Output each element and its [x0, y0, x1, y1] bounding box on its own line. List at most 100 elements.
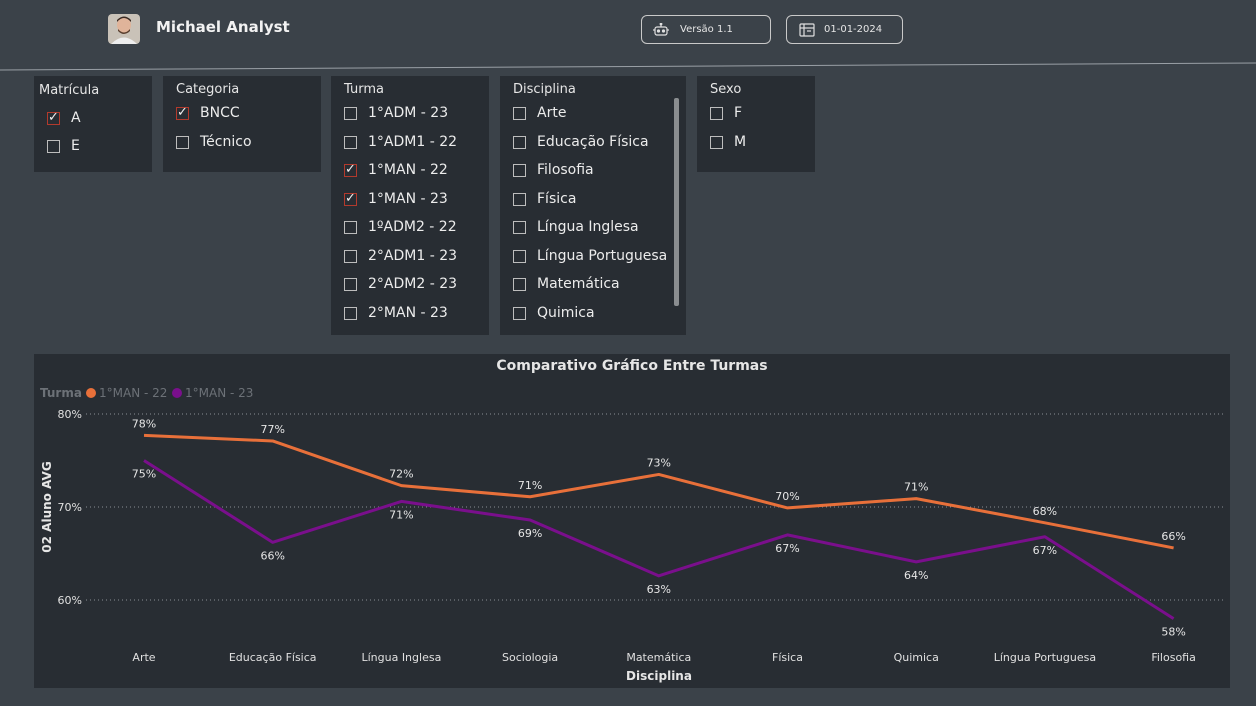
checkbox[interactable]	[344, 135, 357, 149]
chart-title: Comparativo Gráfico Entre Turmas	[496, 358, 767, 374]
series-line	[143, 433, 1174, 550]
option-label: Física	[537, 191, 577, 207]
option-label: F	[734, 105, 743, 121]
option-disciplina-7[interactable]: Matemática	[513, 274, 620, 294]
checkmark-icon: ✓	[345, 191, 356, 206]
slicer-title: Categoria	[176, 82, 240, 97]
option-label: A	[71, 110, 81, 126]
slicer-disciplina: Disciplina Arte Educação Física Filosofi…	[500, 76, 686, 335]
date-button[interactable]: 01-01-2024	[786, 15, 903, 44]
option-turma-1[interactable]: 1°ADM - 23	[344, 103, 448, 123]
avatar	[108, 14, 140, 44]
checkbox[interactable]	[513, 106, 526, 120]
checkbox[interactable]	[344, 277, 357, 291]
option-label: 2°MAN - 23	[368, 305, 448, 321]
checkbox[interactable]	[513, 306, 526, 320]
option-label: 2°ADM1 - 23	[368, 248, 458, 264]
option-label: 2°ADM2 - 23	[368, 276, 458, 292]
x-tick-label: Língua Inglesa	[361, 651, 441, 664]
checkbox[interactable]: ✓	[176, 105, 189, 120]
data-label: 63%	[647, 583, 671, 596]
calendar-icon	[799, 22, 815, 37]
option-turma-5[interactable]: 1ºADM2 - 22	[344, 217, 457, 237]
checkbox[interactable]	[513, 220, 526, 234]
y-tick-label: 80%	[58, 408, 82, 421]
option-label: Educação Física	[537, 134, 649, 150]
checkbox[interactable]	[513, 163, 526, 177]
checkbox[interactable]: ✓	[47, 110, 60, 125]
data-label: 73%	[647, 456, 671, 469]
checkbox[interactable]	[47, 139, 60, 153]
checkbox[interactable]	[344, 106, 357, 120]
checkbox[interactable]	[710, 106, 723, 120]
data-label: 69%	[518, 527, 542, 540]
option-turma-8[interactable]: 2°MAN - 23	[344, 303, 448, 323]
option-label: 1ºADM2 - 22	[368, 219, 457, 235]
checkbox[interactable]	[513, 192, 526, 206]
option-label: M	[734, 134, 747, 150]
slicer-categoria: Categoria ✓ BNCC Técnico	[163, 76, 321, 172]
checkbox[interactable]	[513, 135, 526, 149]
data-label: 72%	[389, 468, 413, 481]
option-disciplina-4[interactable]: Física	[513, 189, 576, 209]
version-label: Versão 1.1	[680, 24, 733, 35]
option-label: 1°ADM1 - 22	[368, 134, 458, 150]
checkbox[interactable]	[176, 135, 189, 149]
option-turma-6[interactable]: 2°ADM1 - 23	[344, 246, 457, 266]
version-button[interactable]: Versão 1.1	[641, 15, 771, 44]
option-turma-3[interactable]: ✓ 1°MAN - 22	[344, 160, 448, 180]
checkbox[interactable]	[344, 306, 357, 320]
option-disciplina-5[interactable]: Língua Inglesa	[513, 217, 639, 237]
option-turma-4[interactable]: ✓ 1°MAN - 23	[344, 189, 448, 209]
y-tick-label: 70%	[58, 501, 82, 514]
header-divider	[0, 62, 1256, 71]
slicer-sexo: Sexo F M	[697, 76, 815, 172]
checkbox[interactable]	[344, 220, 357, 234]
legend-title: Turma	[40, 386, 82, 400]
checkbox[interactable]: ✓	[344, 163, 357, 177]
option-turma-7[interactable]: 2°ADM2 - 23	[344, 274, 457, 294]
option-label: 1°ADM - 23	[368, 105, 449, 121]
x-tick-label: Matemática	[626, 651, 691, 664]
legend-item: 1°MAN - 22	[99, 386, 167, 400]
data-label: 58%	[1161, 626, 1185, 639]
x-tick-label: Filosofia	[1151, 651, 1196, 664]
option-label: Matemática	[537, 276, 620, 292]
checkbox[interactable]	[710, 135, 723, 149]
scrollbar[interactable]	[674, 98, 679, 306]
checkbox[interactable]	[344, 249, 357, 263]
checkbox[interactable]: ✓	[344, 191, 357, 206]
option-categoria-tecnico[interactable]: Técnico	[176, 132, 252, 152]
data-label: 64%	[904, 569, 928, 582]
checkbox[interactable]	[513, 277, 526, 291]
option-label: Quimica	[537, 305, 595, 321]
option-label: BNCC	[200, 105, 240, 121]
checkmark-icon: ✓	[48, 110, 59, 125]
slicer-turma: Turma 1°ADM - 23 1°ADM1 - 22 ✓ 1°MAN - 22…	[331, 76, 489, 335]
option-label: 1°MAN - 23	[368, 191, 448, 207]
option-sexo-f[interactable]: F	[710, 103, 742, 123]
option-categoria-bncc[interactable]: ✓ BNCC	[176, 103, 240, 123]
y-tick-label: 60%	[58, 594, 82, 607]
user-name: Michael Analyst	[156, 18, 290, 36]
slicer-title: Disciplina	[513, 82, 576, 97]
option-disciplina-1[interactable]: Arte	[513, 103, 566, 123]
data-label: 77%	[260, 423, 284, 436]
option-sexo-m[interactable]: M	[710, 132, 746, 152]
option-matricula-a[interactable]: ✓ A	[47, 108, 81, 128]
checkmark-icon: ✓	[177, 105, 188, 120]
option-label: E	[71, 138, 80, 154]
checkbox[interactable]	[513, 249, 526, 263]
line-chart: Comparativo Gráfico Entre Turmas Turma 1°M…	[40, 358, 1226, 683]
legend-marker	[172, 388, 182, 398]
x-tick-label: Arte	[132, 651, 155, 664]
option-disciplina-3[interactable]: Filosofia	[513, 160, 594, 180]
slicer-title: Matrícula	[39, 83, 100, 98]
option-disciplina-2[interactable]: Educação Física	[513, 132, 649, 152]
option-disciplina-6[interactable]: Língua Portuguesa	[513, 246, 667, 266]
option-label: Língua Portuguesa	[537, 248, 668, 264]
option-turma-2[interactable]: 1°ADM1 - 22	[344, 132, 457, 152]
option-disciplina-8[interactable]: Quimica	[513, 303, 595, 323]
data-label: 75%	[132, 468, 156, 481]
option-matricula-e[interactable]: E	[47, 136, 80, 156]
